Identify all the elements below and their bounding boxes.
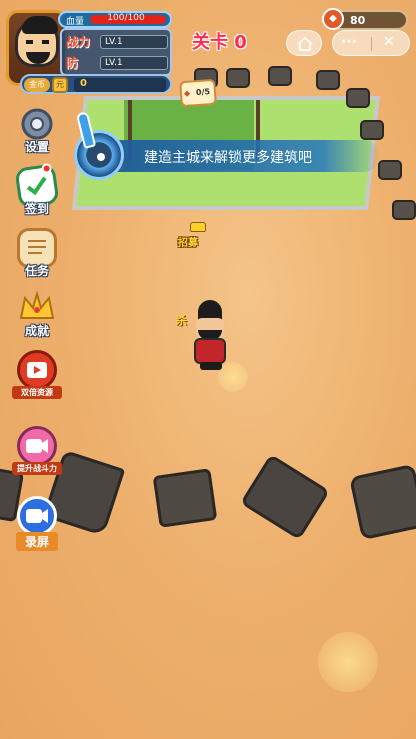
- home-button[interactable]: [286, 30, 322, 56]
- settings-label: 设置: [24, 140, 49, 154]
- settings-button[interactable]: 设置: [12, 104, 62, 155]
- boost-power-button[interactable]: 提升战斗力: [12, 426, 62, 475]
- coin-value: 0: [80, 78, 87, 89]
- power-row[interactable]: 战力 LV.1: [66, 33, 170, 51]
- mini-program-capsule: ··· ✕: [332, 30, 410, 56]
- coin-bar: 金币 元 0: [20, 74, 172, 94]
- defense-icon: 防: [66, 56, 79, 70]
- crown-icon: [190, 222, 206, 232]
- hp-text: 100/100: [107, 13, 145, 23]
- tasks-label: 任务: [24, 264, 49, 278]
- coin-value-box: 0: [74, 78, 166, 92]
- coin-label: 金币: [24, 78, 50, 92]
- record-button[interactable]: 录屏: [12, 496, 62, 551]
- avatar-face: [15, 16, 59, 67]
- stats-panel: 战力 LV.1 防 LV.1: [60, 28, 172, 76]
- record-label: 录屏: [16, 532, 58, 551]
- double-resources-button[interactable]: 双倍资源: [12, 350, 62, 399]
- banner-text: 建造主城来解锁更多建筑吧: [144, 150, 312, 166]
- light-glow: [318, 632, 378, 692]
- avatar-hair: [22, 16, 58, 34]
- build-count: 0/5: [195, 87, 211, 98]
- video-play-icon: [17, 350, 57, 390]
- rock: [346, 88, 370, 108]
- large-rock: [239, 453, 331, 541]
- hp-bar: 血量 100/100: [58, 11, 172, 28]
- large-rock: [349, 463, 416, 541]
- meat-icon: ◆: [322, 8, 344, 30]
- video-camera-icon: [17, 426, 57, 466]
- meat-counter[interactable]: ◆ 80: [322, 8, 408, 30]
- close-button[interactable]: ✕: [383, 34, 395, 50]
- rock: [226, 68, 250, 88]
- defense-level: LV.1: [100, 56, 168, 70]
- coin-icon: 元: [52, 77, 68, 93]
- rock: [268, 66, 292, 86]
- npc-recruit-label[interactable]: 招募: [178, 234, 198, 249]
- power-level: LV.1: [100, 35, 168, 49]
- defense-row[interactable]: 防 LV.1: [66, 54, 170, 72]
- player-hero[interactable]: [186, 300, 238, 372]
- rock: [316, 70, 340, 90]
- hero-feet: [200, 362, 222, 370]
- capsule-divider: [371, 37, 372, 51]
- avatar-beard: [26, 52, 50, 64]
- record-camera-icon: [17, 496, 57, 536]
- achievements-button[interactable]: 成就: [12, 288, 62, 339]
- hint-dot: [97, 153, 105, 161]
- build-sign[interactable]: ◆ 0/5: [179, 78, 217, 108]
- achievements-label: 成就: [24, 324, 49, 338]
- large-rock: [152, 468, 218, 528]
- boost-power-label: 提升战斗力: [12, 462, 62, 475]
- hp-label: 血量: [66, 17, 85, 27]
- avatar-eye: [26, 40, 33, 44]
- more-button[interactable]: ···: [341, 34, 357, 50]
- build-hint-banner[interactable]: 建造主城来解锁更多建筑吧: [100, 140, 380, 172]
- checkin-button[interactable]: 签到: [12, 162, 62, 217]
- avatar-eye: [42, 40, 49, 44]
- tasks-button[interactable]: 任务: [12, 228, 62, 279]
- rock: [392, 200, 416, 220]
- rock: [360, 120, 384, 140]
- rock: [378, 160, 402, 180]
- checkin-label: 签到: [24, 202, 49, 216]
- hero-body: [194, 338, 226, 364]
- level-title: 关卡 0: [192, 32, 247, 53]
- double-resources-label: 双倍资源: [12, 386, 62, 399]
- power-icon: 战力: [66, 35, 91, 49]
- home-icon: [297, 36, 313, 51]
- meat-value: 80: [350, 14, 366, 27]
- meat-icon: ◆: [183, 88, 191, 98]
